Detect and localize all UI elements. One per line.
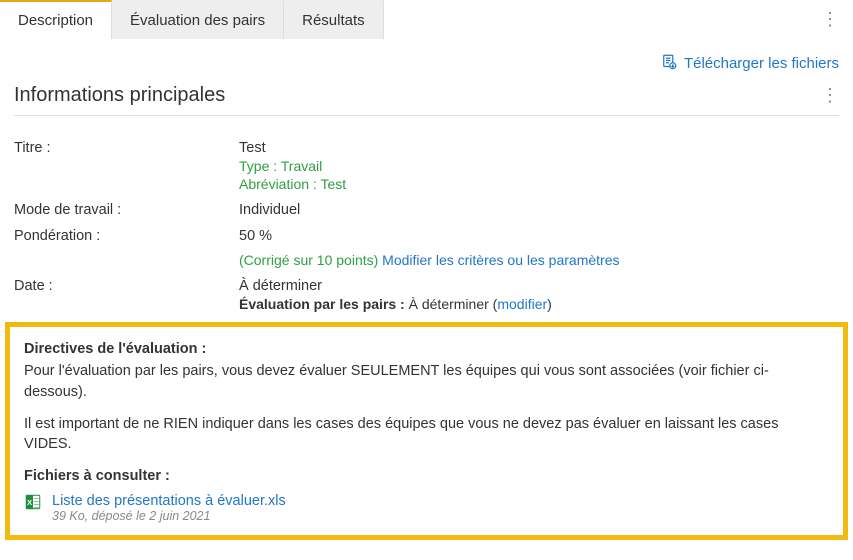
file-link[interactable]: Liste des présentations à évaluer.xls — [52, 493, 286, 509]
section-more-icon[interactable]: ⋮ — [821, 85, 839, 106]
abbrev-line: Abréviation : Test — [239, 176, 839, 192]
svg-text:X: X — [27, 498, 32, 507]
tab-peer-evaluation[interactable]: Évaluation des pairs — [112, 0, 284, 39]
date-label: Date : — [14, 278, 239, 294]
modify-link[interactable]: modifier — [497, 296, 547, 312]
weight-label: Pondération : — [14, 228, 239, 244]
type-line: Type : Travail — [239, 158, 839, 174]
title-label: Titre : — [14, 140, 239, 156]
directives-box: Directives de l'évaluation : Pour l'éval… — [5, 322, 848, 540]
tab-description[interactable]: Description — [0, 0, 112, 39]
work-mode-value: Individuel — [239, 202, 839, 218]
files-heading: Fichiers à consulter : — [24, 466, 829, 486]
directives-p1: Pour l'évaluation par les pairs, vous de… — [24, 361, 829, 402]
file-meta: 39 Ko, déposé le 2 juin 2021 — [52, 509, 286, 523]
tab-results[interactable]: Résultats — [284, 0, 384, 39]
download-icon — [660, 53, 678, 74]
work-mode-label: Mode de travail : — [14, 202, 239, 218]
corrected-note: (Corrigé sur 10 points) — [239, 252, 378, 268]
peer-eval-label: Évaluation par les pairs : — [239, 296, 405, 312]
modify-criteria-link[interactable]: Modifier les critères ou les paramètres — [382, 252, 619, 268]
title-value: Test — [239, 140, 839, 156]
weight-value: 50 % — [239, 228, 839, 244]
section-title: Informations principales — [14, 84, 225, 107]
tabs-bar: Description Évaluation des pairs Résulta… — [0, 0, 853, 39]
directives-p2: Il est important de ne RIEN indiquer dan… — [24, 414, 829, 455]
date-value: À déterminer — [239, 278, 839, 294]
download-files-link[interactable]: Télécharger les fichiers — [684, 55, 839, 72]
peer-eval-value: À déterminer — [409, 296, 489, 312]
tabs-more-icon[interactable]: ⋮ — [807, 1, 853, 38]
directives-heading: Directives de l'évaluation : — [24, 339, 829, 359]
excel-file-icon: X — [24, 493, 42, 513]
